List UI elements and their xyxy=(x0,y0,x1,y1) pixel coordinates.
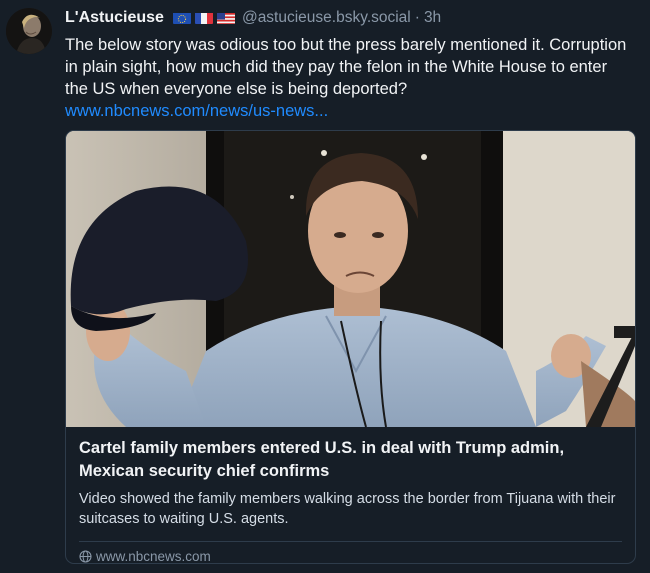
post-header: L'Astucieuse @astucieuse.bsky.social · 3… xyxy=(65,8,636,28)
post-content: L'Astucieuse @astucieuse.bsky.social · 3… xyxy=(65,8,636,564)
globe-icon xyxy=(79,550,92,563)
link-card-thumbnail xyxy=(66,131,635,427)
link-card-title[interactable]: Cartel family members entered U.S. in de… xyxy=(79,437,622,483)
france-flag-icon xyxy=(194,12,213,24)
flags xyxy=(172,12,235,24)
avatar-image xyxy=(6,8,52,54)
link-card-description: Video showed the family members walking … xyxy=(79,491,616,527)
link-card-domain-text: www.nbcnews.com xyxy=(96,549,211,564)
display-name[interactable]: L'Astucieuse xyxy=(65,9,164,27)
link-card-domain: www.nbcnews.com xyxy=(66,542,635,564)
us-flag-icon xyxy=(216,12,235,24)
post-body: The below story was odious too but the p… xyxy=(65,36,627,98)
separator: · xyxy=(414,9,420,26)
post-link[interactable]: www.nbcnews.com/news/us-news... xyxy=(65,100,631,122)
post-timestamp[interactable]: 3h xyxy=(424,9,441,27)
link-card[interactable]: Cartel family members entered U.S. in de… xyxy=(65,130,636,564)
eu-flag-icon xyxy=(172,12,191,24)
post[interactable]: L'Astucieuse @astucieuse.bsky.social · 3… xyxy=(0,0,650,573)
avatar[interactable] xyxy=(6,8,52,54)
link-card-text: Cartel family members entered U.S. in de… xyxy=(66,427,635,529)
author-handle[interactable]: @astucieuse.bsky.social xyxy=(242,9,411,27)
post-text: The below story was odious too but the p… xyxy=(65,34,631,122)
